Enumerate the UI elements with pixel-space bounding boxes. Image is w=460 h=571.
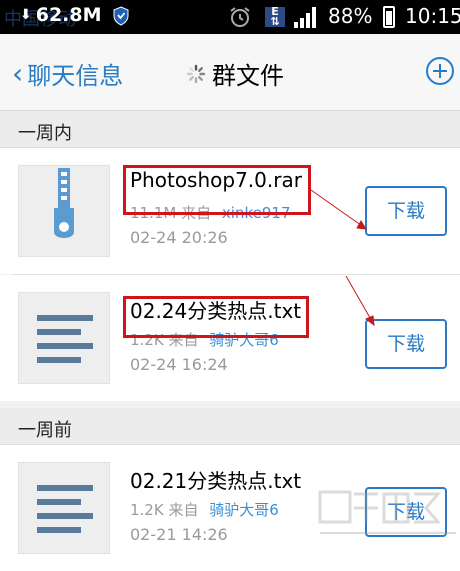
- watermark-logo-icon: [318, 490, 456, 534]
- arrowhead-icon: [356, 220, 367, 230]
- annotation-arrows: [310, 189, 375, 327]
- arrowhead-icon: [365, 315, 375, 327]
